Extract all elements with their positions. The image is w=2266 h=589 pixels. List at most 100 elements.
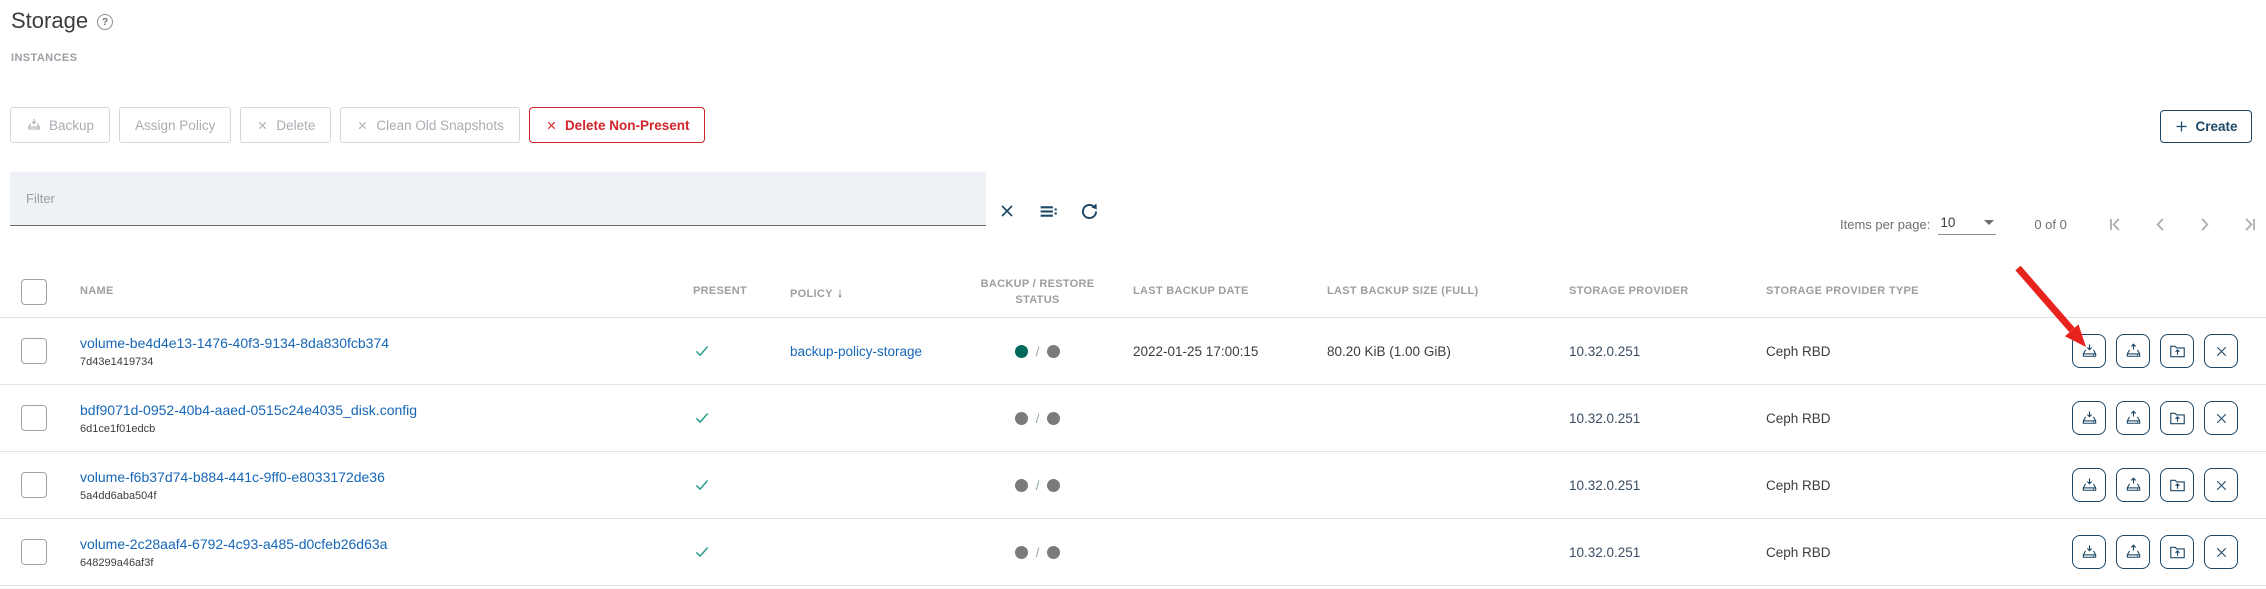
folder-up-icon (2168, 543, 2187, 562)
row-delete-button[interactable] (2204, 535, 2238, 569)
row-restore-button[interactable] (2116, 334, 2150, 368)
row-actions (2072, 385, 2252, 451)
last-page-icon (2239, 215, 2258, 234)
storage-provider: 10.32.0.251 (1569, 478, 1640, 493)
restore-status-dot[interactable] (1047, 345, 1060, 358)
x-icon (2213, 343, 2230, 360)
col-header-storage-provider[interactable]: STORAGE PROVIDER (1569, 285, 1689, 297)
backup-status-dot[interactable] (1015, 546, 1028, 559)
row-restore-to-folder-button[interactable] (2160, 535, 2194, 569)
row-checkbox[interactable] (21, 338, 47, 364)
x-icon (356, 119, 369, 132)
instance-name-link[interactable]: volume-f6b37d74-b884-441c-9ff0-e8033172d… (80, 469, 385, 485)
row-backup-button[interactable] (2072, 468, 2106, 502)
filter-list-icon (1038, 201, 1059, 222)
instance-name-link[interactable]: volume-be4d4e13-1476-40f3-9134-8da830fcb… (80, 335, 389, 351)
backup-restore-status: / (975, 519, 1100, 585)
col-header-storage-provider-type[interactable]: STORAGE PROVIDER TYPE (1766, 285, 1919, 297)
table-row: volume-f6b37d74-b884-441c-9ff0-e8033172d… (0, 452, 2266, 519)
filter-icon-group (995, 199, 1101, 223)
row-delete-button[interactable] (2204, 401, 2238, 435)
x-icon (2213, 410, 2230, 427)
row-checkbox[interactable] (21, 405, 47, 431)
row-checkbox[interactable] (21, 472, 47, 498)
backup-button[interactable]: Backup (10, 107, 110, 143)
backup-status-dot[interactable] (1015, 479, 1028, 492)
chevron-down-icon (1984, 220, 1994, 225)
clean-old-snapshots-button[interactable]: Clean Old Snapshots (340, 107, 520, 143)
items-per-page-select[interactable]: 10 (1938, 213, 1996, 235)
table-header: NAME PRESENT POLICY↓ BACKUP / RESTORE ST… (0, 268, 2266, 318)
backup-restore-status: / (975, 318, 1100, 384)
next-page-button[interactable] (2195, 214, 2215, 234)
instance-name-link[interactable]: volume-2c28aaf4-6792-4c93-a485-d0cfeb26d… (80, 536, 387, 552)
page-range-label: 0 of 0 (2034, 217, 2067, 232)
restore-status-dot[interactable] (1047, 479, 1060, 492)
backup-status-dot[interactable] (1015, 345, 1028, 358)
row-actions (2072, 452, 2252, 518)
pagination-bar: Items per page: 10 0 of 0 (1840, 213, 2259, 235)
row-checkbox[interactable] (21, 539, 47, 565)
backup-icon (2080, 409, 2099, 428)
col-header-present[interactable]: PRESENT (693, 285, 747, 297)
backup-status-dot[interactable] (1015, 412, 1028, 425)
storage-provider: 10.32.0.251 (1569, 344, 1640, 359)
items-per-page-label: Items per page: (1840, 217, 1930, 232)
row-delete-button[interactable] (2204, 468, 2238, 502)
instance-name-link[interactable]: bdf9071d-0952-40b4-aaed-0515c24e4035_dis… (80, 402, 417, 418)
assign-policy-button[interactable]: Assign Policy (119, 107, 231, 143)
backup-restore-status: / (975, 385, 1100, 451)
present-check-icon (693, 342, 711, 360)
refresh-button[interactable] (1077, 199, 1101, 223)
storage-provider-type: Ceph RBD (1766, 344, 1831, 359)
storage-provider-type: Ceph RBD (1766, 545, 1831, 560)
select-all-checkbox[interactable] (21, 279, 47, 305)
col-header-policy[interactable]: POLICY↓ (790, 285, 844, 300)
folder-up-icon (2168, 342, 2187, 361)
restore-status-dot[interactable] (1047, 546, 1060, 559)
row-backup-button[interactable] (2072, 334, 2106, 368)
row-backup-button[interactable] (2072, 401, 2106, 435)
first-page-button[interactable] (2107, 214, 2127, 234)
row-restore-button[interactable] (2116, 401, 2150, 435)
refresh-icon (1079, 201, 1100, 222)
filter-list-button[interactable] (1036, 199, 1060, 223)
row-restore-to-folder-button[interactable] (2160, 468, 2194, 502)
create-button[interactable]: Create (2160, 110, 2252, 143)
x-icon (2213, 544, 2230, 561)
delete-button[interactable]: Delete (240, 107, 331, 143)
delete-non-present-button[interactable]: Delete Non-Present (529, 107, 706, 143)
backup-icon (26, 117, 42, 133)
table-row: volume-be4d4e13-1476-40f3-9134-8da830fcb… (0, 318, 2266, 385)
row-restore-button[interactable] (2116, 468, 2150, 502)
restore-icon (2124, 476, 2143, 495)
row-actions (2072, 519, 2252, 585)
filter-input[interactable] (10, 172, 986, 225)
prev-page-button[interactable] (2151, 214, 2171, 234)
status-separator: / (1036, 478, 1040, 493)
col-header-name[interactable]: NAME (80, 285, 114, 297)
first-page-icon (2107, 215, 2126, 234)
instance-id: 648299a46af3f (80, 557, 153, 569)
row-restore-to-folder-button[interactable] (2160, 401, 2194, 435)
chevron-left-icon (2151, 215, 2170, 234)
row-restore-button[interactable] (2116, 535, 2150, 569)
last-page-button[interactable] (2239, 214, 2259, 234)
restore-status-dot[interactable] (1047, 412, 1060, 425)
help-icon[interactable]: ? (97, 14, 113, 30)
col-header-last-backup-date[interactable]: LAST BACKUP DATE (1133, 285, 1249, 297)
col-header-last-backup-size[interactable]: LAST BACKUP SIZE (FULL) (1327, 285, 1479, 297)
policy-link[interactable]: backup-policy-storage (790, 344, 922, 359)
last-backup-size: 80.20 KiB (1.00 GiB) (1327, 344, 1451, 359)
row-delete-button[interactable] (2204, 334, 2238, 368)
x-icon (545, 119, 558, 132)
clear-x-icon (997, 201, 1017, 221)
clear-filter-button[interactable] (995, 199, 1019, 223)
row-restore-to-folder-button[interactable] (2160, 334, 2194, 368)
storage-provider-type: Ceph RBD (1766, 478, 1831, 493)
row-backup-button[interactable] (2072, 535, 2106, 569)
storage-page: Storage ? INSTANCES Backup Assign Policy… (0, 0, 2266, 589)
present-check-icon (693, 543, 711, 561)
col-header-status[interactable]: BACKUP / RESTORE STATUS (975, 276, 1100, 308)
storage-provider-type: Ceph RBD (1766, 411, 1831, 426)
